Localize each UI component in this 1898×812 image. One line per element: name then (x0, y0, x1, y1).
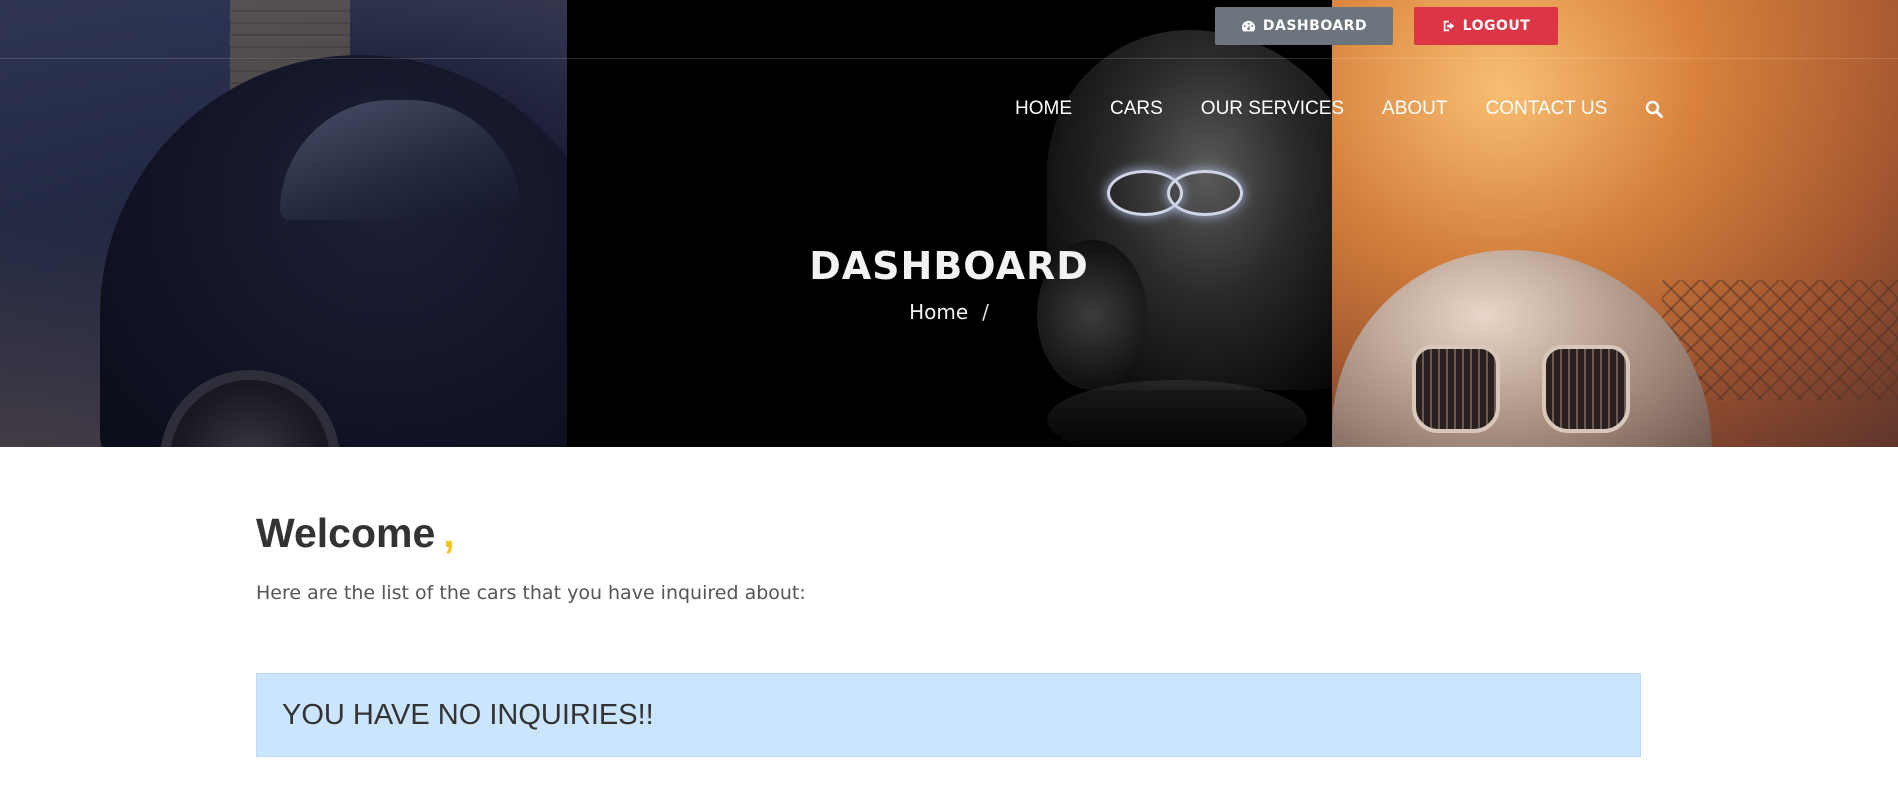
logout-button-label: LOGOUT (1462, 18, 1531, 34)
breadcrumb-separator: / (982, 300, 989, 324)
no-inquiries-alert: YOU HAVE NO INQUIRIES!! (256, 673, 1641, 757)
alert-text: YOU HAVE NO INQUIRIES!! (282, 698, 654, 731)
hero-banner (0, 0, 1898, 447)
hero-image-right (1332, 0, 1898, 447)
dashboard-button[interactable]: DASHBOARD (1215, 7, 1393, 45)
nav-cars[interactable]: CARS (1110, 98, 1163, 120)
nav-about[interactable]: ABOUT (1382, 98, 1447, 120)
breadcrumb: Home / (0, 300, 1898, 324)
main-nav: HOME CARS OUR SERVICES ABOUT CONTACT US (1015, 98, 1664, 120)
page-title: DASHBOARD (809, 244, 1089, 288)
nav-contact-us[interactable]: CONTACT US (1486, 98, 1608, 120)
dashboard-icon (1241, 19, 1256, 34)
nav-our-services[interactable]: OUR SERVICES (1201, 98, 1344, 120)
dashboard-button-label: DASHBOARD (1262, 18, 1368, 34)
logout-icon (1442, 19, 1456, 33)
hero-image-center (567, 0, 1332, 447)
welcome-heading: Welcome, (256, 510, 455, 557)
hero-image-left (0, 0, 620, 447)
topbar-divider (0, 58, 1898, 59)
search-icon[interactable] (1645, 100, 1664, 118)
breadcrumb-home[interactable]: Home (909, 300, 968, 324)
logout-button[interactable]: LOGOUT (1414, 7, 1558, 45)
inquiries-description: Here are the list of the cars that you h… (256, 582, 806, 604)
welcome-username: , (443, 510, 455, 556)
welcome-text: Welcome (256, 510, 436, 556)
nav-home[interactable]: HOME (1015, 98, 1072, 120)
